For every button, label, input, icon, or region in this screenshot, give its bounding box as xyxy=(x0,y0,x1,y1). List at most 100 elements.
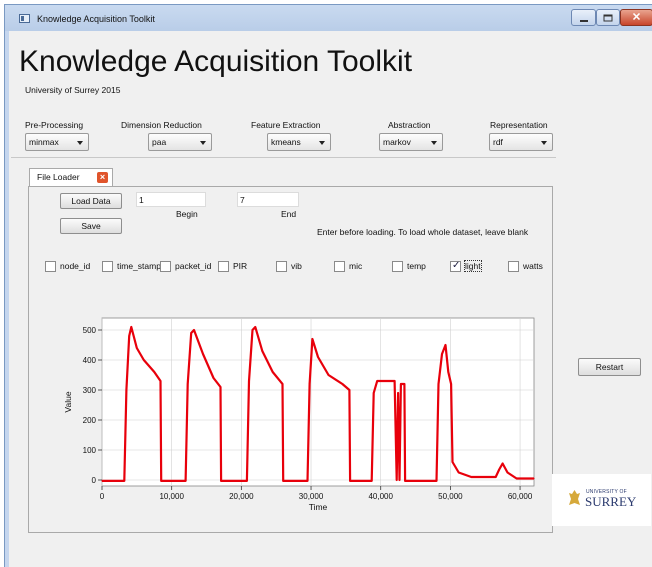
page-title: Knowledge Acquisition Toolkit xyxy=(19,45,413,78)
data-point xyxy=(143,359,145,361)
checkbox-box[interactable] xyxy=(450,260,461,272)
checkbox-box[interactable] xyxy=(392,261,403,272)
data-point xyxy=(404,480,406,482)
x-tick-label: 50,000 xyxy=(438,492,463,501)
y-tick-label: 300 xyxy=(83,386,97,395)
close-button[interactable]: ✕ xyxy=(620,9,652,26)
x-tick-label: 30,000 xyxy=(299,492,324,501)
window-border xyxy=(5,31,9,567)
y-tick-label: 200 xyxy=(83,416,97,425)
feature-extraction-value: kmeans xyxy=(271,137,301,147)
data-point xyxy=(101,480,103,482)
chevron-down-icon xyxy=(541,141,547,145)
chevron-down-icon xyxy=(431,141,437,145)
data-point xyxy=(371,480,373,482)
window-title: Knowledge Acquisition Toolkit xyxy=(37,14,155,24)
data-point xyxy=(458,471,460,474)
data-point xyxy=(327,374,330,376)
x-tick-label: 20,000 xyxy=(229,492,254,501)
feature-extraction-select[interactable]: kmeans xyxy=(267,133,331,151)
data-point xyxy=(282,480,284,482)
data-point xyxy=(470,476,472,478)
title-bar[interactable]: Knowledge Acquisition Toolkit ✕ xyxy=(5,5,652,31)
data-point xyxy=(190,332,192,334)
chevron-down-icon xyxy=(319,141,325,145)
x-tick-label: 10,000 xyxy=(159,492,184,501)
checkbox-box[interactable] xyxy=(102,261,113,272)
begin-input[interactable]: 1 xyxy=(136,192,206,207)
checkbox-label: vib xyxy=(291,261,302,271)
data-point xyxy=(281,383,284,385)
checkbox-box[interactable] xyxy=(160,261,171,272)
checkbox-label: mic xyxy=(349,261,363,271)
data-point xyxy=(348,389,350,391)
x-tick-label: 40,000 xyxy=(368,492,393,501)
checkbox-label: watts xyxy=(523,261,543,271)
data-point xyxy=(185,480,187,482)
data-point xyxy=(125,389,127,391)
representation-select[interactable]: rdf xyxy=(489,133,553,151)
y-tick-label: 400 xyxy=(83,356,97,365)
data-point xyxy=(128,335,130,337)
save-button[interactable]: Save xyxy=(60,218,122,234)
university-logo: UNIVERSITY OF SURREY xyxy=(552,474,651,526)
checkbox-box[interactable] xyxy=(334,261,345,272)
begin-label: Begin xyxy=(176,209,198,219)
app-icon xyxy=(19,14,30,23)
data-point xyxy=(394,380,396,382)
data-point xyxy=(400,383,402,385)
data-point xyxy=(373,392,375,394)
load-data-button[interactable]: Load Data xyxy=(60,193,122,209)
crest-icon xyxy=(569,490,580,505)
data-point xyxy=(441,353,443,355)
dimension-reduction-label: Dimension Reduction xyxy=(121,120,202,130)
logo-line-2: SURREY xyxy=(585,494,637,509)
dimension-reduction-value: paa xyxy=(152,137,167,147)
minimize-icon xyxy=(579,19,588,22)
checkbox-box[interactable] xyxy=(276,261,287,272)
close-icon: ✕ xyxy=(631,11,642,23)
abstraction-value: markov xyxy=(383,137,411,147)
data-point xyxy=(309,383,311,385)
abstraction-select[interactable]: markov xyxy=(379,133,443,151)
checkbox-box[interactable] xyxy=(45,261,56,272)
data-point xyxy=(272,371,274,373)
data-point xyxy=(495,476,497,478)
data-point xyxy=(311,338,314,340)
data-point xyxy=(398,479,401,481)
loader-hint: Enter before loading. To load whole data… xyxy=(317,227,529,237)
abstraction-label: Abstraction xyxy=(388,120,431,130)
sensor-chart: 0 10,000 20,000 30,000 40,000 50,000 60,000 0 10… xyxy=(59,314,544,519)
data-point xyxy=(261,350,263,352)
checkbox-label: PIR xyxy=(233,261,248,271)
checkbox-label: node_id xyxy=(60,261,91,271)
checkbox-box[interactable] xyxy=(508,261,519,272)
data-point xyxy=(254,326,256,328)
line-chart: 0 10,000 20,000 30,000 40,000 50,000 60,000 0 10… xyxy=(63,317,535,512)
y-axis-label: Value xyxy=(63,391,73,412)
data-point xyxy=(251,329,254,331)
data-point xyxy=(219,386,222,388)
pre-processing-select[interactable]: minmax xyxy=(25,133,89,151)
data-point xyxy=(450,383,452,385)
data-point xyxy=(193,329,195,331)
data-point xyxy=(187,383,189,385)
dimension-reduction-select[interactable]: paa xyxy=(148,133,212,151)
close-tab-icon[interactable]: × xyxy=(97,172,108,183)
end-input[interactable]: 7 xyxy=(237,192,299,207)
chevron-down-icon xyxy=(77,141,83,145)
data-point xyxy=(159,380,162,382)
divider xyxy=(11,157,556,158)
data-point xyxy=(341,383,343,385)
data-point xyxy=(396,479,398,481)
maximize-button[interactable] xyxy=(596,9,620,26)
y-tick-label: 0 xyxy=(92,476,97,485)
data-point xyxy=(451,461,454,463)
checkbox-box[interactable] xyxy=(218,261,229,272)
app-window: Knowledge Acquisition Toolkit ✕ Knowledg… xyxy=(4,4,652,567)
tab-file-loader[interactable]: File Loader × xyxy=(29,168,113,186)
restart-button[interactable]: Restart xyxy=(578,358,641,376)
chevron-down-icon xyxy=(200,141,206,145)
data-point xyxy=(502,462,504,465)
minimize-button[interactable] xyxy=(571,9,596,26)
